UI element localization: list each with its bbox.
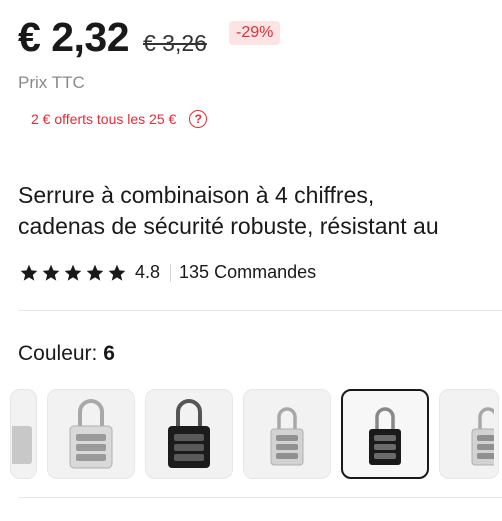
padlock-icon: [69, 399, 113, 469]
rating-value: 4.8: [135, 262, 161, 282]
product-title-line1: Serrure à combinaison à 4 chiffres,: [18, 182, 375, 208]
star-icon: [20, 264, 38, 281]
rating-row[interactable]: 4.8 135 Commandes: [18, 262, 316, 283]
padlock-icon: [168, 399, 210, 468]
color-count: 6: [103, 342, 115, 365]
star-icon: [86, 264, 104, 281]
discount-badge: -29%: [229, 21, 281, 45]
padlock-icon: [369, 407, 401, 465]
star-icon: [108, 264, 126, 281]
orders-count: 135 Commandes: [179, 262, 317, 282]
divider: [170, 263, 172, 282]
padlock-icon: [11, 426, 32, 464]
swatch-black-selected[interactable]: [341, 389, 429, 479]
star-icon: [64, 264, 82, 281]
color-label-text: Couleur:: [18, 342, 98, 365]
swatch-silver[interactable]: [47, 389, 135, 479]
question-circle-icon[interactable]: ?: [189, 110, 208, 128]
coupon-banner[interactable]: 2 € offerts tous les 25 € ?: [18, 100, 218, 138]
color-swatches: [10, 389, 502, 479]
section-divider: [18, 310, 502, 311]
swatch-silver-partial-right[interactable]: [439, 389, 499, 479]
product-title-line2: cadenas de sécurité robuste, résistant a…: [18, 213, 439, 239]
swatch-silver-small[interactable]: [243, 389, 331, 479]
tax-label: Prix TTC: [18, 73, 85, 92]
star-icon: [42, 264, 60, 281]
padlock-icon: [471, 407, 494, 466]
color-label: Couleur: 6: [18, 342, 115, 366]
swatch-silver-partial[interactable]: [10, 389, 37, 479]
current-price: € 2,32: [18, 14, 130, 60]
padlock-icon: [270, 407, 304, 466]
product-title: Serrure à combinaison à 4 chiffres, cade…: [18, 180, 502, 242]
coupon-text: 2 € offerts tous les 25 €: [31, 111, 177, 127]
star-rating: [18, 263, 128, 283]
section-divider: [18, 497, 502, 498]
price-row: € 2,32 € 3,26: [18, 14, 207, 61]
original-price: € 3,26: [143, 30, 207, 56]
swatch-black[interactable]: [145, 389, 233, 479]
